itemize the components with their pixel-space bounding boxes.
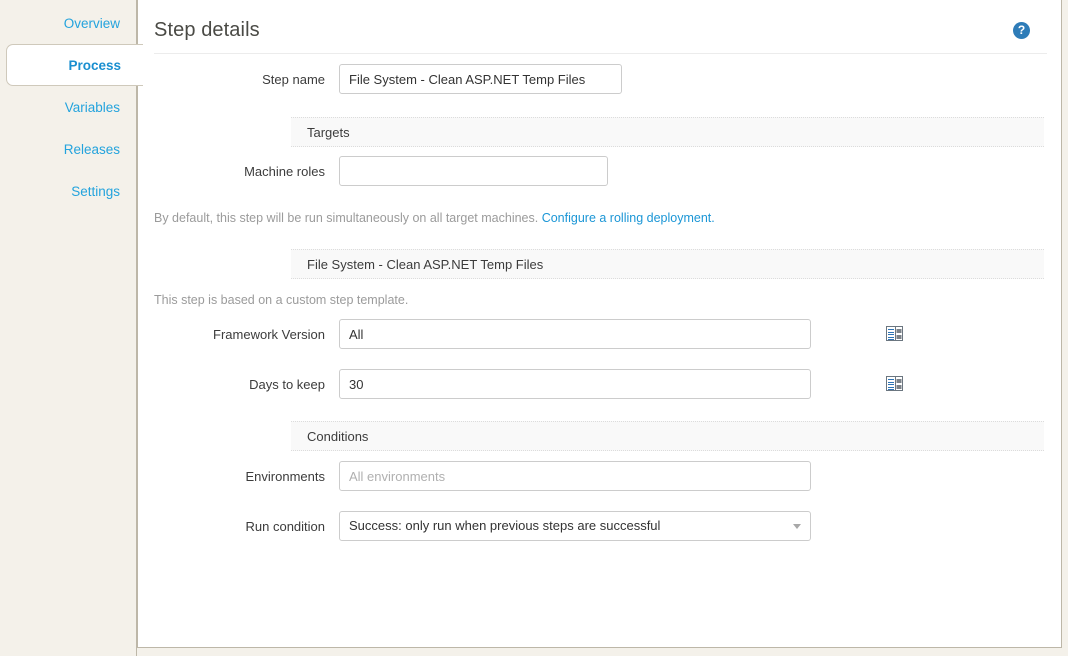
framework-version-row: Framework Version [154,319,811,349]
page-title: Step details [154,19,260,42]
title-divider [154,53,1047,54]
variable-binding-icon[interactable] [886,376,903,391]
step-details-panel: Step details ? Step name Targets Machine… [137,0,1062,648]
sidebar-item-settings[interactable]: Settings [6,185,136,199]
machine-roles-label: Machine roles [154,164,339,179]
binding-icon-lines [887,327,896,340]
run-condition-row: Run condition Success: only run when pre… [154,511,811,541]
step-name-row: Step name [154,64,622,94]
machine-roles-input[interactable] [339,156,608,186]
section-title: File System - Clean ASP.NET Temp Files [307,257,543,272]
sidebar-item-label: Process [68,58,121,73]
sidebar-item-releases[interactable]: Releases [6,143,136,157]
sidebar-item-label: Releases [64,142,120,157]
run-condition-value: Success: only run when previous steps ar… [349,518,660,533]
section-header-targets: Targets [291,117,1044,147]
sidebar-item-variables[interactable]: Variables [6,101,136,115]
binding-icon-pins [896,327,902,340]
binding-icon-lines [887,377,896,390]
environments-input[interactable] [339,461,811,491]
sidebar-item-overview[interactable]: Overview [6,17,136,31]
section-header-step-template: File System - Clean ASP.NET Temp Files [291,249,1044,279]
sidebar-item-label: Settings [71,184,120,199]
sidebar-item-label: Variables [65,100,120,115]
step-name-label: Step name [154,72,339,87]
run-condition-select[interactable]: Success: only run when previous steps ar… [339,511,811,541]
sidebar-item-label: Overview [64,16,120,31]
environments-row: Environments [154,461,811,491]
help-circle-icon[interactable]: ? [1013,22,1030,39]
section-header-conditions: Conditions [291,421,1044,451]
run-condition-label: Run condition [154,519,339,534]
section-title: Conditions [307,429,368,444]
framework-version-label: Framework Version [154,327,339,342]
sidebar-tabs: Overview Variables Releases Settings [0,0,137,656]
hint-text-body: By default, this step will be run simult… [154,211,542,225]
step-name-input[interactable] [339,64,622,94]
configure-rolling-deployment-link[interactable]: Configure a rolling deployment. [542,211,715,225]
framework-version-input[interactable] [339,319,811,349]
section-title: Targets [307,125,350,140]
days-to-keep-row: Days to keep [154,369,811,399]
variable-binding-icon[interactable] [886,326,903,341]
days-to-keep-label: Days to keep [154,377,339,392]
binding-icon-pins [896,377,902,390]
chevron-down-icon [793,524,801,529]
machine-roles-row: Machine roles [154,156,608,186]
sidebar-item-process[interactable]: Process [6,44,143,86]
rolling-deployment-hint: By default, this step will be run simult… [154,211,715,225]
days-to-keep-input[interactable] [339,369,811,399]
environments-label: Environments [154,469,339,484]
step-template-description: This step is based on a custom step temp… [154,293,408,307]
